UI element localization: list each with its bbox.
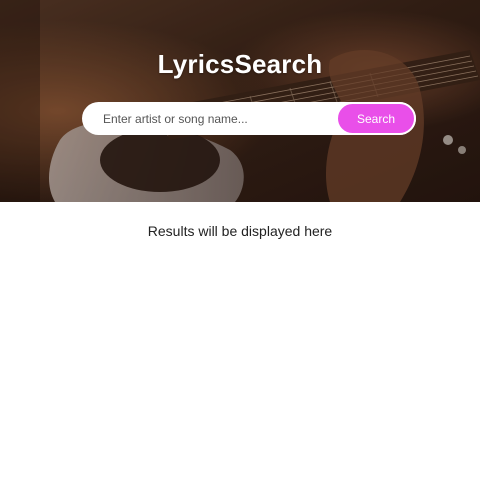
results-area: Results will be displayed here — [0, 202, 480, 480]
results-placeholder: Results will be displayed here — [147, 223, 333, 239]
search-button[interactable]: Search — [336, 102, 416, 135]
search-bar: Search — [82, 102, 416, 135]
app-title: LyricsSearch — [157, 49, 323, 79]
hero-content: LyricsSearch Search — [0, 0, 480, 202]
hero-header: LyricsSearch Search — [0, 0, 480, 202]
